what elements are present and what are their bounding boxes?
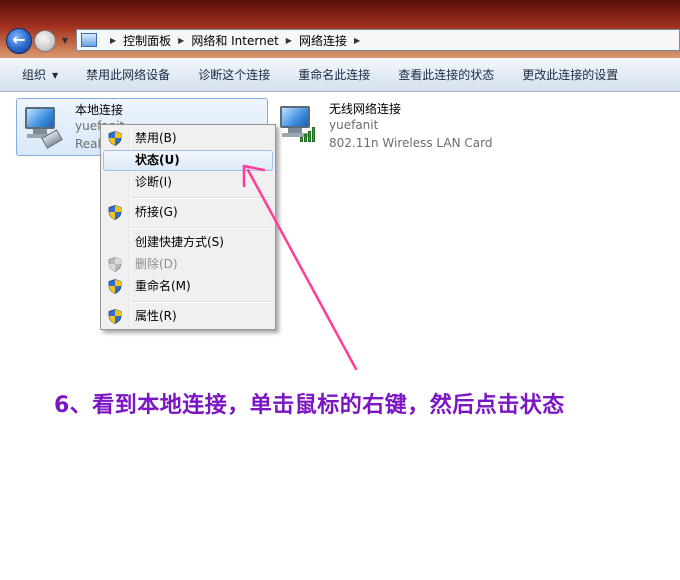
chevron-right-icon[interactable]: ▶ xyxy=(178,36,184,45)
menu-item-create-shortcut[interactable]: 创建快捷方式(S) xyxy=(103,232,273,253)
chevron-down-icon: ▼ xyxy=(52,71,59,80)
disable-device-button[interactable]: 禁用此网络设备 xyxy=(86,66,170,83)
wireless-connection-name: 无线网络连接 xyxy=(329,102,402,116)
address-bar[interactable]: ▶ 控制面板 ▶ 网络和 Internet ▶ 网络连接 ▶ xyxy=(76,29,680,51)
wireless-connection-device: 802.11n Wireless LAN Card xyxy=(329,136,493,150)
breadcrumb-network-connections[interactable]: 网络连接 xyxy=(299,32,347,49)
command-toolbar: 组织 ▼ 禁用此网络设备 诊断这个连接 重命名此连接 查看此连接的状态 更改此连接… xyxy=(0,58,680,92)
menu-item-disable[interactable]: 禁用(B) xyxy=(103,128,273,149)
uac-shield-icon xyxy=(108,309,122,324)
chevron-right-icon[interactable]: ▶ xyxy=(354,36,360,45)
view-status-button[interactable]: 查看此连接的状态 xyxy=(398,66,494,83)
diagnose-button[interactable]: 诊断这个连接 xyxy=(198,66,270,83)
breadcrumb-network-internet[interactable]: 网络和 Internet xyxy=(191,32,278,49)
menu-item-rename[interactable]: 重命名(M) xyxy=(103,276,273,297)
chevron-right-icon[interactable]: ▶ xyxy=(286,36,292,45)
uac-shield-icon xyxy=(108,205,122,220)
local-connection-name: 本地连接 xyxy=(75,103,124,117)
menu-item-label: 诊断(I) xyxy=(135,175,172,189)
menu-separator xyxy=(131,227,273,229)
rename-button[interactable]: 重命名此连接 xyxy=(298,66,370,83)
forward-arrow-icon[interactable]: → xyxy=(34,30,56,52)
breadcrumb-control-panel[interactable]: 控制面板 xyxy=(123,32,171,49)
wireless-network-adapter-icon xyxy=(276,104,320,146)
recent-pages-dropdown-icon[interactable]: ▼ xyxy=(60,36,70,46)
change-settings-button[interactable]: 更改此连接的设置 xyxy=(522,66,618,83)
menu-item-label: 禁用(B) xyxy=(135,131,177,145)
menu-item-label: 状态(U) xyxy=(135,153,180,167)
context-menu: 禁用(B) 状态(U) 诊断(I) 桥接(G) 创建快捷方式(S) 删除(D) … xyxy=(100,124,276,330)
menu-separator xyxy=(131,197,273,199)
signal-strength-icon xyxy=(300,126,318,142)
back-arrow-icon[interactable]: ← xyxy=(6,28,32,54)
wired-network-adapter-icon xyxy=(21,105,65,149)
menu-item-label: 重命名(M) xyxy=(135,279,191,293)
menu-item-diagnose[interactable]: 诊断(I) xyxy=(103,172,273,193)
uac-shield-icon xyxy=(108,257,122,272)
window-title-area: ← → ▼ ▶ 控制面板 ▶ 网络和 Internet ▶ 网络连接 ▶ xyxy=(0,0,680,58)
menu-item-label: 删除(D) xyxy=(135,257,178,271)
uac-shield-icon xyxy=(108,279,122,294)
network-folder-icon xyxy=(81,33,97,47)
wireless-connection-network: yuefanit xyxy=(329,118,379,132)
local-connection-device: Real xyxy=(75,137,101,151)
menu-separator xyxy=(131,301,273,303)
menu-item-delete: 删除(D) xyxy=(103,254,273,275)
menu-item-label: 桥接(G) xyxy=(135,205,178,219)
menu-item-label: 属性(R) xyxy=(135,309,177,323)
menu-item-bridge[interactable]: 桥接(G) xyxy=(103,202,273,223)
menu-item-label: 创建快捷方式(S) xyxy=(135,235,224,249)
organize-menu-button[interactable]: 组织 ▼ xyxy=(22,66,58,83)
menu-item-status[interactable]: 状态(U) xyxy=(103,150,273,171)
menu-item-properties[interactable]: 属性(R) xyxy=(103,306,273,327)
uac-shield-icon xyxy=(108,131,122,146)
chevron-right-icon[interactable]: ▶ xyxy=(110,36,116,45)
wireless-connection-item[interactable]: 无线网络连接 yuefanit 802.11n Wireless LAN Car… xyxy=(272,98,502,156)
annotation-caption: 6、看到本地连接，单击鼠标的右键，然后点击状态 xyxy=(54,393,565,418)
organize-label: 组织 xyxy=(22,68,47,82)
